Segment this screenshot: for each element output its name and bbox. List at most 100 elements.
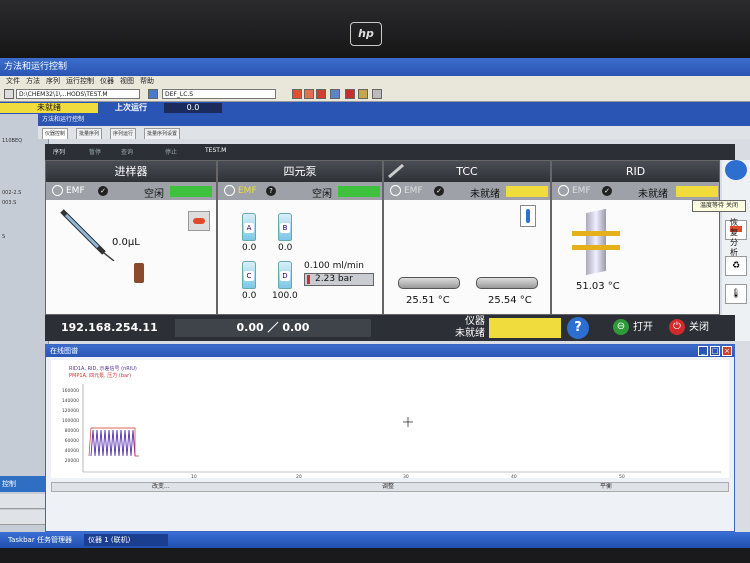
app-title: 方法和运行控制 <box>4 62 68 72</box>
tcc-title: TCC <box>384 161 550 182</box>
emf-label: EMF <box>238 186 257 196</box>
instrument-ip: 192.168.254.11 <box>61 321 158 334</box>
taskbar-item[interactable]: 仪器 1 (联机) <box>84 534 168 546</box>
maximize-icon[interactable]: □ <box>710 346 720 356</box>
left-pane-control-tab[interactable]: 控制 <box>0 476 46 492</box>
expand-icon[interactable] <box>725 160 747 180</box>
column-icon <box>388 164 404 178</box>
pump-state-lamp <box>338 186 380 197</box>
tab-batch-sequence[interactable]: 批量序列 <box>76 128 103 139</box>
monitor-bezel-bottom <box>0 548 750 563</box>
legend-pump: PMP1A, 四元泵, 压力 (bar) <box>69 372 131 379</box>
flow-rate: 0.100 ml/min <box>304 261 364 271</box>
sequence-file-field[interactable]: DEF_LC.S <box>162 89 276 99</box>
menu-help[interactable]: 帮助 <box>140 77 154 85</box>
rid-title: RID <box>552 161 719 182</box>
online-plot-area[interactable]: RID1A, RID, 示差信号 (nRIU) PMP1A, 四元泵, 压力 (… <box>51 360 729 480</box>
save-icon[interactable] <box>148 89 158 99</box>
check-icon: ✓ <box>602 186 612 196</box>
adjust-button[interactable]: 调整 <box>382 483 394 491</box>
thermometer-icon[interactable] <box>520 205 536 227</box>
x-tick: 10 <box>191 474 197 478</box>
left-pane-label: 003.S <box>2 200 17 206</box>
online-plot-footer: 改变... 调整 平衡 <box>51 482 729 492</box>
sampler-title: 进样器 <box>46 161 216 182</box>
left-column-icon <box>398 277 460 289</box>
run-sequence-icon[interactable] <box>304 89 314 99</box>
menu-view[interactable]: 视图 <box>120 77 134 85</box>
tab-instrument-control[interactable]: 仪器控制 <box>42 128 69 139</box>
check-icon: ✓ <box>98 186 108 196</box>
run-method-icon[interactable] <box>292 89 302 99</box>
solvent-bottle-b: B <box>278 213 292 241</box>
thermometer-icon[interactable]: 🌡 <box>725 284 747 304</box>
left-pane-label: 110BEQ <box>2 138 23 144</box>
pump-status-bar: EMF ? 空闲 <box>218 182 382 200</box>
left-pane-label: S <box>2 234 6 240</box>
settings-icon[interactable] <box>372 89 382 99</box>
method-path-field[interactable]: D:\CHEM32\1\...HODS\TEST.M <box>16 89 140 99</box>
seq-item-method[interactable]: TEST.M <box>205 147 226 154</box>
online-plot-title: 在线图谱 <box>46 345 734 357</box>
help-button[interactable]: ? <box>567 317 589 339</box>
y-tick: 140000 <box>62 398 79 404</box>
minimize-icon[interactable]: _ <box>698 346 708 356</box>
seq-item-sequence[interactable]: 序列 <box>53 147 65 156</box>
power-icon[interactable] <box>558 185 569 196</box>
x-tick: 20 <box>296 474 302 478</box>
power-icon[interactable] <box>52 185 63 196</box>
solvent-bottle-d: D <box>278 261 292 289</box>
rid-signal-trace <box>90 429 136 457</box>
valve-icon[interactable] <box>188 211 210 231</box>
rid-state: 未就绪 <box>638 189 668 200</box>
question-icon: ? <box>266 186 276 196</box>
tcc-state-lamp <box>506 186 548 197</box>
stop-icon[interactable] <box>316 89 326 99</box>
menu-method[interactable]: 方法 <box>26 77 40 85</box>
pressure-value: 2.23 bar <box>315 274 353 284</box>
emf-label: EMF <box>572 186 591 196</box>
sampler-module: 进样器 EMF ✓ 空闲 0.0µL <box>45 160 217 315</box>
recycle-icon[interactable]: ♻ <box>725 256 747 276</box>
seq-item-query[interactable]: 查询 <box>121 147 133 156</box>
tab-batch-settings[interactable]: 批量序列设置 <box>144 128 181 139</box>
x-tick: 30 <box>403 474 409 478</box>
seq-item-pause[interactable]: 暂停 <box>89 147 101 156</box>
rid-temperature: 51.03 °C <box>576 281 620 292</box>
y-tick: 120000 <box>62 408 79 414</box>
menu-file[interactable]: 文件 <box>6 77 20 85</box>
abort-icon[interactable] <box>345 89 355 99</box>
menu-sequence[interactable]: 序列 <box>46 77 60 85</box>
balance-button[interactable]: 平衡 <box>600 483 612 491</box>
bottle-c-percent: 0.0 <box>242 291 257 301</box>
menu-instrument[interactable]: 仪器 <box>100 77 114 85</box>
legend-rid: RID1A, RID, 示差信号 (nRIU) <box>69 365 137 372</box>
open-button[interactable]: ⊖ 打开 <box>613 318 653 338</box>
seq-item-stop[interactable]: 停止 <box>165 147 177 156</box>
left-column-temp: 25.51 °C <box>406 295 450 306</box>
close-button[interactable]: ⏻ 关闭 <box>669 318 709 338</box>
power-icon[interactable] <box>224 185 235 196</box>
taskbar-item[interactable]: Taskbar 任务管理器 <box>4 534 78 546</box>
change-button[interactable]: 改变... <box>152 483 170 491</box>
sampler-state-lamp <box>170 186 212 197</box>
instrument-modules: 进样器 EMF ✓ 空闲 0.0µL 四元泵 EMF ? 空闲 A 0.0 B … <box>45 160 720 315</box>
toolbar: D:\CHEM32\1\...HODS\TEST.M DEF_LC.S <box>0 87 750 102</box>
open-icon[interactable] <box>4 89 14 99</box>
solvent-bottle-a: A <box>242 213 256 241</box>
not-ready-status: 未就绪 <box>0 103 98 113</box>
view-tabs: 仪器控制 批量序列 序列运行 批量序列设置 <box>38 126 750 139</box>
left-pane-panel[interactable] <box>0 494 46 509</box>
print-icon[interactable] <box>358 89 368 99</box>
emf-label: EMF <box>66 186 85 196</box>
rid-state-lamp <box>676 186 718 197</box>
tab-sequence-run[interactable]: 序列运行 <box>110 128 137 139</box>
detector-cell-icon <box>572 208 620 276</box>
close-icon[interactable]: × <box>722 346 732 356</box>
menu-run-control[interactable]: 运行控制 <box>66 77 94 85</box>
power-icon[interactable] <box>390 185 401 196</box>
instrument-status-lamp <box>489 318 561 338</box>
left-pane-panel[interactable] <box>0 510 46 525</box>
method-icon[interactable] <box>330 89 340 99</box>
right-column-icon <box>476 277 538 289</box>
